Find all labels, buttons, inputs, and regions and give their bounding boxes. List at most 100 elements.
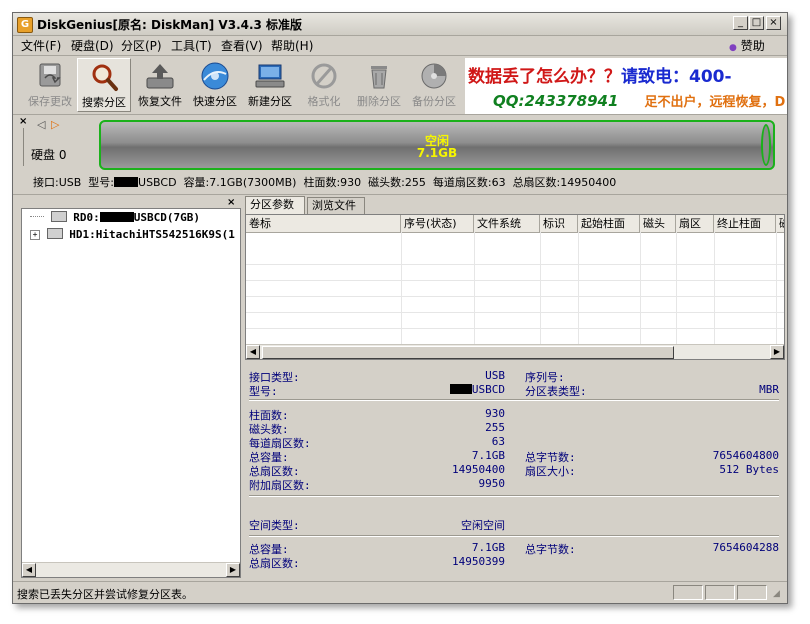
status-cell (737, 585, 767, 600)
disk-model-prefix: 型号: (88, 176, 115, 189)
col-head-end[interactable]: 磁 (776, 215, 784, 232)
format-button[interactable]: 格式化 (297, 58, 351, 112)
space-type-label: 空间类型: (249, 519, 300, 532)
redacted-box (114, 177, 139, 187)
partition-table: 卷标 序号(状态) 文件系统 标识 起始柱面 磁头 扇区 终止柱面 磁 ◀ ▶ (245, 214, 785, 360)
status-bar: 搜索已丢失分区并尝试修复分区表。 ◢ (13, 581, 787, 603)
ad-line-1: 数据丢了怎么办？？请致电：400- (468, 62, 732, 87)
col-volume-label[interactable]: 卷标 (246, 215, 401, 232)
ptable-value: MBR (759, 383, 779, 396)
panel-pin-icon[interactable]: × (19, 116, 27, 127)
model-value-text: USBCD (471, 383, 505, 396)
quick-partition-label: 快速分区 (193, 95, 237, 108)
quick-partition-button[interactable]: 快速分区 (188, 58, 242, 112)
ad-banner[interactable]: 数据丢了怎么办？？请致电：400- QQ:243378941 足不出户，远程恢复，… (465, 58, 787, 114)
col-head[interactable]: 磁头 (640, 215, 676, 232)
table-row[interactable] (246, 264, 784, 281)
save-changes-label: 保存更改 (28, 95, 72, 108)
disk-sectors-per-track: 每道扇区数:63 (432, 176, 506, 189)
capacity-value: 7.1GB (471, 449, 505, 462)
prev-disk-arrow-icon[interactable]: ◁ (37, 118, 45, 131)
menu-disk[interactable]: 硬盘(D) (71, 37, 114, 54)
col-index-status[interactable]: 序号(状态) (401, 215, 474, 232)
scroll-left-icon[interactable]: ◀ (22, 563, 36, 577)
col-id[interactable]: 标识 (540, 215, 578, 232)
disk-cylinders: 柱面数:930 (303, 176, 362, 189)
recover-files-icon (146, 64, 174, 89)
table-row[interactable] (246, 280, 784, 297)
menu-view[interactable]: 查看(V) (221, 37, 263, 54)
separator (249, 399, 779, 401)
donate-label: 赞助 (740, 39, 765, 53)
redacted-box (449, 384, 472, 394)
table-row[interactable] (246, 248, 784, 265)
search-partition-label: 搜索分区 (82, 96, 126, 109)
disk-model-suffix: USBCD (138, 176, 177, 189)
tree-node-hd1-suffix: HitachiHTS542516K9S(1 (95, 228, 235, 241)
model-label: 型号: (249, 385, 278, 398)
scroll-right-icon[interactable]: ▶ (226, 563, 240, 577)
new-partition-icon (255, 64, 285, 88)
delete-partition-button[interactable]: 删除分区 (352, 58, 406, 112)
status-cell (705, 585, 735, 600)
close-button[interactable]: × (766, 16, 781, 30)
new-partition-label: 新建分区 (248, 95, 292, 108)
minimize-button[interactable]: _ (733, 16, 748, 30)
scroll-left-icon[interactable]: ◀ (246, 345, 260, 359)
separator (249, 535, 779, 537)
col-end-cylinder[interactable]: 终止柱面 (714, 215, 776, 232)
app-logo-icon: G (17, 17, 33, 33)
maximize-button[interactable]: □ (749, 16, 764, 30)
tree-node-rd0[interactable]: RD0: USBCD(7GB) (30, 211, 200, 224)
col-file-system[interactable]: 文件系统 (474, 215, 540, 232)
spt-value: 63 (491, 435, 505, 448)
grid-scroll-thumb[interactable] (262, 346, 674, 359)
menu-partition[interactable]: 分区(P) (121, 37, 162, 54)
grid-scrollbar[interactable]: ◀ ▶ (246, 344, 784, 359)
tab-partition-params[interactable]: 分区参数 (245, 196, 305, 215)
tree-node-hd1[interactable]: + HD1:HitachiHTS542516K9S(1 (30, 228, 235, 241)
menu-tools[interactable]: 工具(T) (171, 37, 212, 54)
table-row[interactable] (246, 296, 784, 313)
disk-map-panel: × ◁ ▷ 硬盘 0 空闲 7.1GB 接口:USB 型号: USBCD 容量:7… (13, 114, 787, 195)
tree-scrollbar[interactable]: ◀ ▶ (22, 562, 240, 577)
separator (249, 495, 779, 497)
new-partition-button[interactable]: 新建分区 (243, 58, 297, 112)
disk-label: 硬盘 0 (31, 148, 67, 162)
free-bytes-value: 7654604288 (712, 541, 779, 554)
cylinders-value: 930 (485, 407, 505, 420)
save-changes-button[interactable]: 保存更改 (23, 58, 77, 112)
tree-node-rd0-suffix: USBCD(7GB) (133, 211, 200, 224)
backup-partition-button[interactable]: 备份分区 (407, 58, 461, 112)
table-row[interactable] (246, 328, 784, 345)
recover-files-button[interactable]: 恢复文件 (133, 58, 187, 112)
resize-grip-icon[interactable]: ◢ (773, 589, 780, 599)
table-row[interactable] (246, 312, 784, 329)
tree-line (30, 216, 44, 217)
donate-link[interactable]: ● 赞助 (729, 37, 765, 54)
tree-node-hd1-prefix: HD1: (69, 228, 96, 241)
menu-bar: 文件(F) 硬盘(D) 分区(P) 工具(T) 查看(V) 帮助(H) ● 赞助 (13, 35, 787, 56)
menu-help[interactable]: 帮助(H) (271, 37, 313, 54)
tab-browse-files[interactable]: 浏览文件 (307, 197, 365, 214)
tree-close-icon[interactable]: × (227, 197, 235, 208)
search-partition-button[interactable]: 搜索分区 (77, 58, 131, 112)
delete-partition-icon (371, 66, 387, 89)
col-start-cylinder[interactable]: 起始柱面 (578, 215, 640, 232)
scroll-right-icon[interactable]: ▶ (770, 345, 784, 359)
col-sector[interactable]: 扇区 (676, 215, 714, 232)
next-disk-arrow-icon[interactable]: ▷ (51, 118, 59, 131)
ad-line-2: QQ:243378941 足不出户，远程恢复，D (493, 91, 785, 110)
partition-table-header: 卷标 序号(状态) 文件系统 标识 起始柱面 磁头 扇区 终止柱面 磁 (246, 215, 784, 233)
menu-file[interactable]: 文件(F) (21, 37, 61, 54)
disk-total-sectors: 总扇区数:14950400 (512, 176, 617, 189)
tree-expand-icon[interactable]: + (30, 230, 40, 240)
free-sectors-value: 14950399 (452, 555, 505, 568)
free-sectors-label: 总扇区数: (249, 557, 300, 570)
recover-files-label: 恢复文件 (138, 95, 182, 108)
ad-line-1-phone: 请致电：400- (621, 67, 732, 87)
panel-divider (23, 128, 24, 166)
sector-size-value: 512 Bytes (719, 463, 779, 476)
free-space-bar[interactable]: 空闲 7.1GB (99, 120, 775, 170)
title-bar: G DiskGenius[原名: DiskMan] V3.4.3 标准版 _ □… (13, 13, 787, 36)
